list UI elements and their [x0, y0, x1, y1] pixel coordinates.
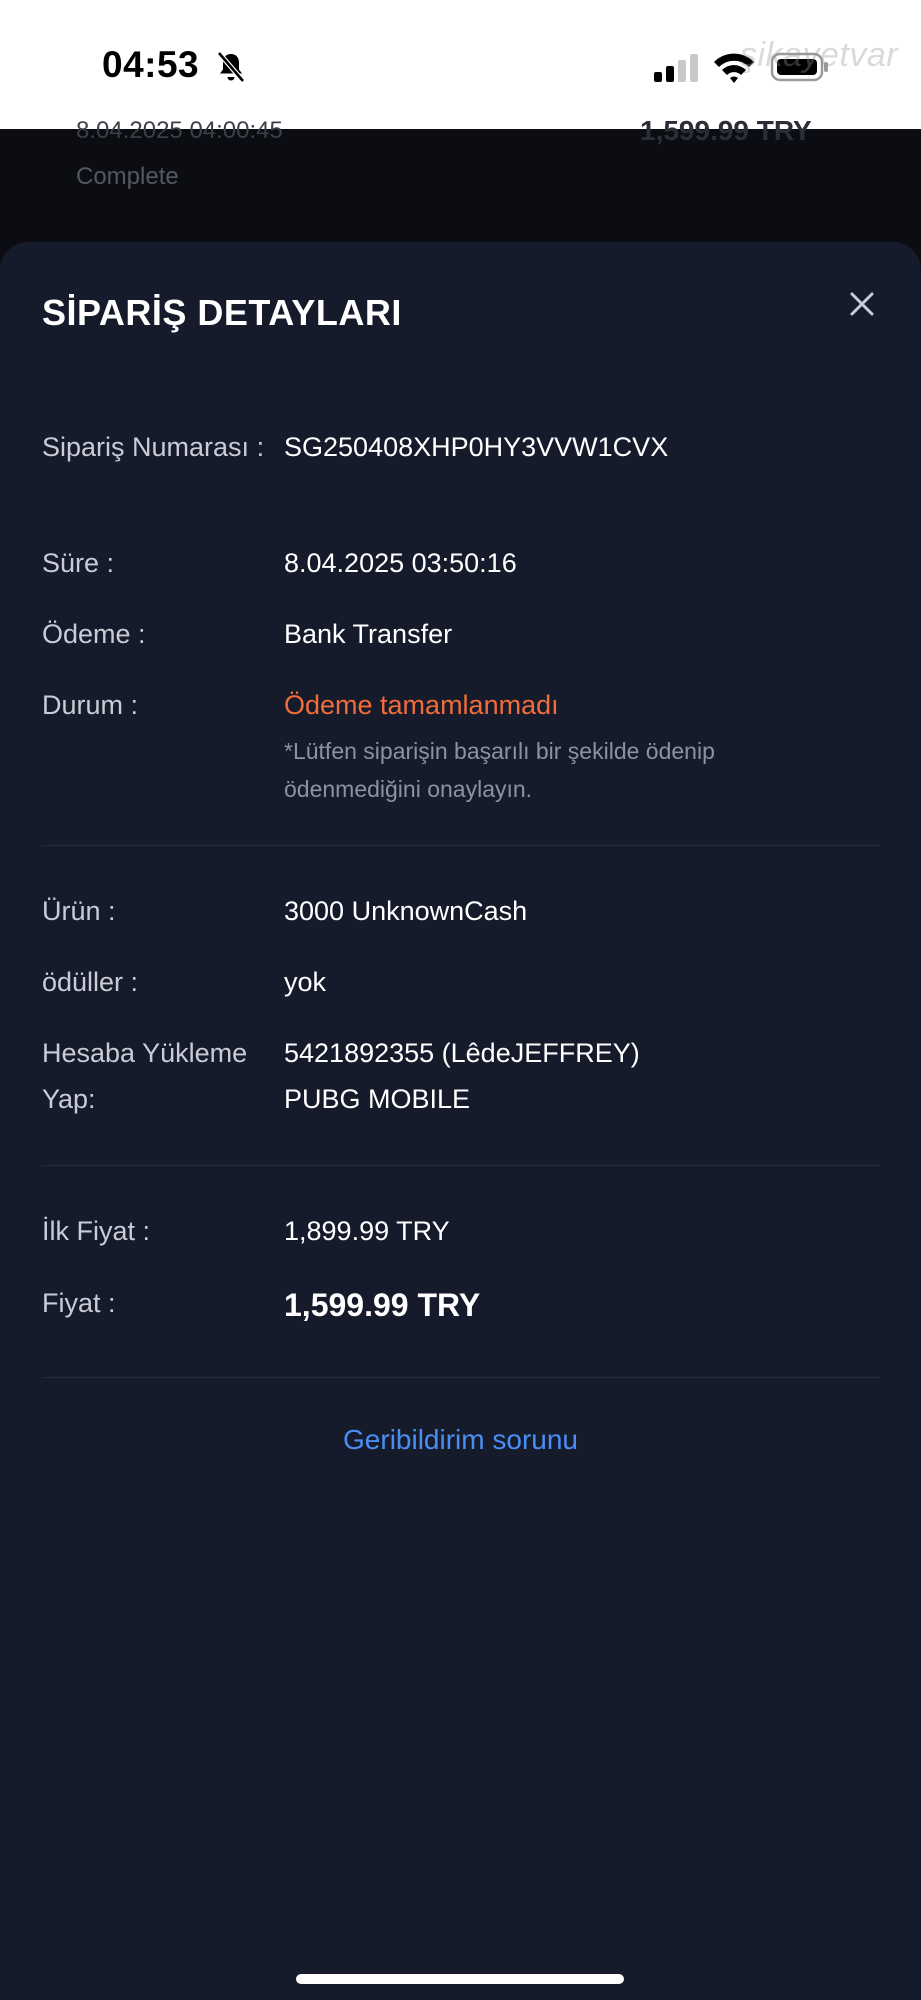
- account-id-value: 5421892355 (LêdeJEFFREY): [284, 1038, 640, 1068]
- payment-label: Ödeme :: [42, 619, 146, 649]
- payment-row: Ödeme : Bank Transfer: [42, 611, 882, 657]
- order-time-label: Süre :: [42, 548, 115, 578]
- order-number-row: Sipariş Numarası : SG250408XHP0HY3VVW1CV…: [42, 424, 882, 516]
- divider: [42, 845, 880, 846]
- order-details-sheet: SİPARİŞ DETAYLARI Sipariş Numarası : SG2…: [0, 242, 921, 2000]
- rewards-row: ödüller : yok: [42, 959, 882, 1005]
- original-price-row: İlk Fiyat : 1,899.99 TRY: [42, 1208, 882, 1254]
- product-value: 3000 UnknownCash: [284, 896, 528, 926]
- original-price-value: 1,899.99 TRY: [284, 1216, 450, 1246]
- order-time-row: Süre : 8.04.2025 03:50:16: [42, 540, 882, 586]
- divider: [42, 1165, 880, 1166]
- payment-value: Bank Transfer: [284, 619, 453, 649]
- order-status-note: *Lütfen siparişin başarılı bir şekilde ö…: [284, 738, 715, 802]
- divider: [42, 1377, 880, 1378]
- account-label: Hesaba Yükleme Yap:: [42, 1038, 248, 1114]
- status-bar: 04:53 şikayetvar: [0, 0, 921, 129]
- order-time-value: 8.04.2025 03:50:16: [284, 548, 517, 578]
- home-indicator[interactable]: [296, 1974, 624, 1984]
- close-icon[interactable]: [842, 284, 882, 324]
- watermark: şikayetvar: [740, 36, 899, 74]
- original-price-label: İlk Fiyat :: [42, 1216, 151, 1246]
- account-value: 5421892355 (LêdeJEFFREY) PUBG MOBILE: [284, 1030, 884, 1122]
- rewards-value: yok: [284, 967, 327, 997]
- order-status-label: Durum :: [42, 690, 139, 720]
- order-status-row: Durum : Ödeme tamamlanmadı *Lütfen sipar…: [42, 682, 882, 812]
- order-number-value: SG250408XHP0HY3VVW1CVX: [284, 432, 669, 462]
- final-price-value: 1,599.99 TRY: [284, 1287, 481, 1323]
- product-row: Ürün : 3000 UnknownCash: [42, 888, 882, 934]
- status-time: 04:53: [102, 44, 200, 85]
- background-order-price: 1,599.99 TRY: [640, 115, 812, 146]
- order-number-label: Sipariş Numarası :: [42, 432, 265, 462]
- product-label: Ürün :: [42, 896, 116, 926]
- feedback-link[interactable]: Geribildirim sorunu: [0, 1424, 921, 1456]
- cellular-signal-icon: [654, 54, 698, 82]
- rewards-label: ödüller :: [42, 967, 139, 997]
- final-price-label: Fiyat :: [42, 1288, 116, 1318]
- background-order-status: Complete: [76, 163, 179, 190]
- background-order-date: 8.04.2025 04:00:45: [76, 117, 283, 144]
- bell-slash-icon: [217, 51, 245, 83]
- account-game-value: PUBG MOBILE: [284, 1084, 471, 1114]
- final-price-row: Fiyat : 1,599.99 TRY: [42, 1280, 882, 1330]
- order-status-value: Ödeme tamamlanmadı: [284, 690, 559, 720]
- sheet-title: SİPARİŞ DETAYLARI: [42, 292, 402, 333]
- account-row: Hesaba Yükleme Yap: 5421892355 (LêdeJEFF…: [42, 1030, 882, 1122]
